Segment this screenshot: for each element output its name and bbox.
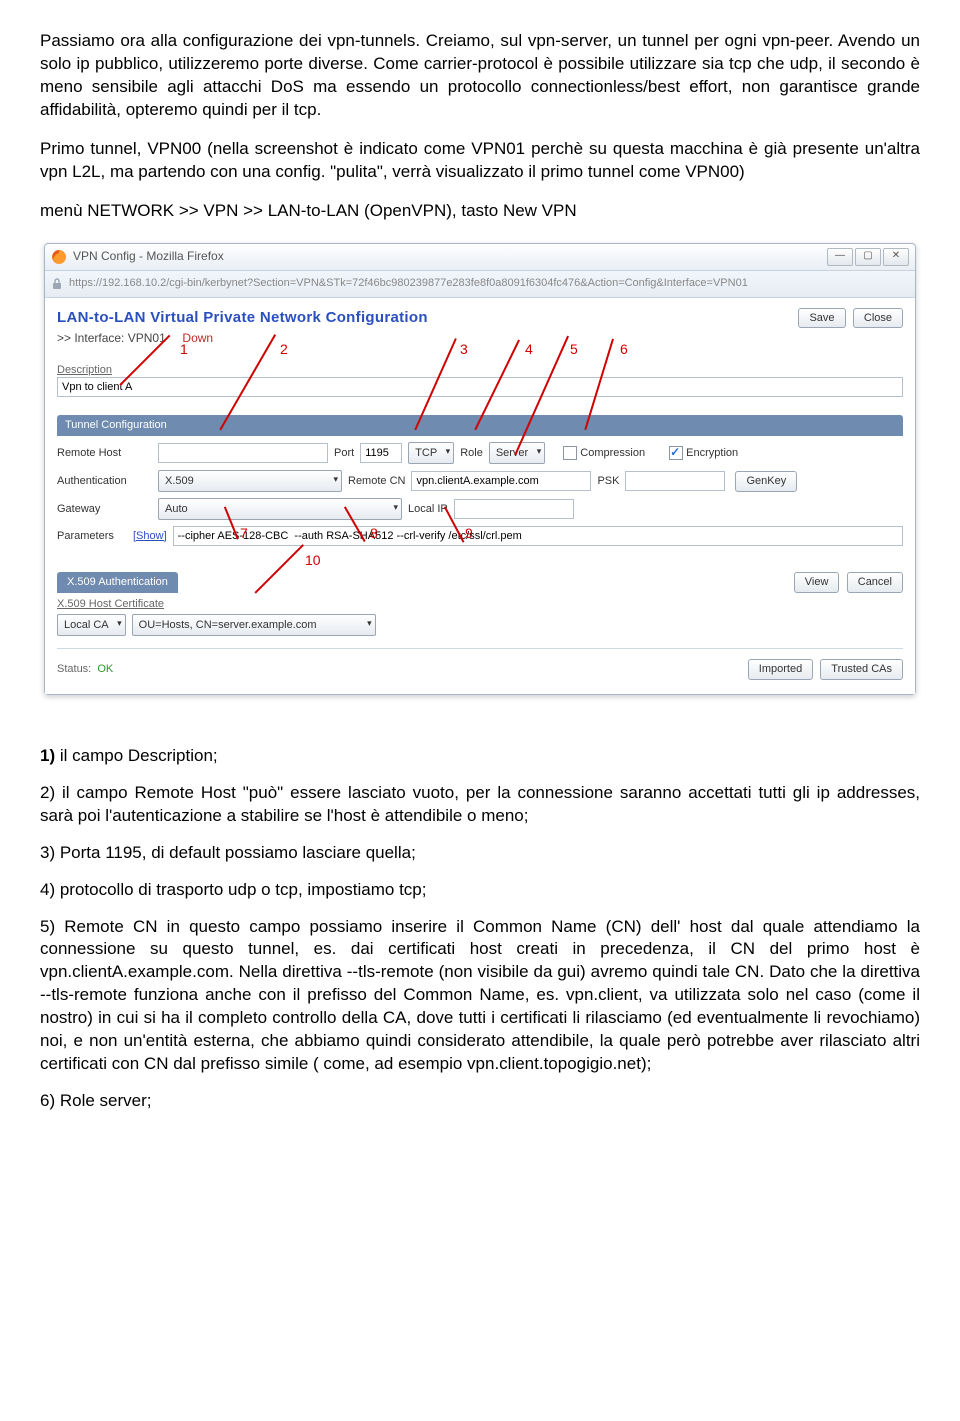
view-button[interactable]: View [794,572,840,593]
compression-group: Compression [563,446,645,461]
gateway-label: Gateway [57,502,152,517]
interface-status: Down [182,331,213,345]
imported-button[interactable]: Imported [748,659,813,680]
compression-checkbox[interactable] [563,446,577,460]
compression-label: Compression [580,447,645,459]
list-item: 6) Role server; [40,1090,920,1113]
close-button[interactable]: Close [853,308,903,329]
role-label: Role [460,446,483,461]
list-item: 5) Remote CN in questo campo possiamo in… [40,916,920,1077]
status-group: Status: OK [57,662,113,677]
remote-cn-input[interactable] [411,471,591,491]
list-item: 4) protocollo di trasporto udp o tcp, im… [40,879,920,902]
x509-cert-label: X.509 Host Certificate [57,597,903,612]
trusted-cas-button[interactable]: Trusted CAs [820,659,903,680]
remote-cn-label: Remote CN [348,474,405,489]
interface-prefix: >> Interface: [57,331,128,345]
save-button[interactable]: Save [798,308,845,329]
encryption-checkbox[interactable] [669,446,683,460]
intro-paragraph-2: Primo tunnel, VPN00 (nella screenshot è … [40,138,920,184]
port-input[interactable] [360,443,402,463]
encryption-group: Encryption [669,446,738,461]
remote-host-input[interactable] [158,443,328,463]
x509-ca-select[interactable]: Local CA [57,614,126,636]
firefox-icon [51,249,67,265]
local-ip-label: Local IP [408,502,448,517]
maximize-button[interactable]: ▢ [855,248,881,266]
x509-dn-select[interactable]: OU=Hosts, CN=server.example.com [132,614,376,636]
numbered-list: 1) il campo Description; 2) il campo Rem… [40,745,920,1113]
window-titlebar: VPN Config - Mozilla Firefox — ▢ ✕ [45,244,915,271]
protocol-select[interactable]: TCP [408,442,454,464]
description-label: Description [57,364,112,376]
page-title: LAN-to-LAN Virtual Private Network Confi… [57,308,428,328]
psk-label: PSK [597,474,619,489]
parameters-show-link[interactable]: [Show] [133,529,167,544]
interface-name: VPN01 [128,331,166,345]
window-controls: — ▢ ✕ [827,248,909,266]
authentication-select[interactable]: X.509 [158,470,342,492]
port-label: Port [334,446,354,461]
cancel-button[interactable]: Cancel [847,572,903,593]
gateway-select[interactable]: Auto [158,498,402,520]
url-text: https://192.168.10.2/cgi-bin/kerbynet?Se… [69,276,748,291]
parameters-input[interactable] [173,526,903,546]
psk-input[interactable] [625,471,725,491]
status-value: OK [97,663,113,675]
tunnel-tab-header: Tunnel Configuration [57,415,903,436]
list-item: 3) Porta 1195, di default possiamo lasci… [40,842,920,865]
minimize-button[interactable]: — [827,248,853,266]
list-item: 1) il campo Description; [40,745,920,768]
encryption-label: Encryption [686,447,738,459]
url-bar[interactable]: https://192.168.10.2/cgi-bin/kerbynet?Se… [45,271,915,298]
list-item: 2) il campo Remote Host "può" essere las… [40,782,920,828]
role-select[interactable]: Server [489,442,545,464]
intro-paragraph-1: Passiamo ora alla configurazione dei vpn… [40,30,920,122]
list-item-text: il campo Description; [55,746,218,765]
remote-host-label: Remote Host [57,446,152,461]
parameters-label: Parameters [57,529,127,544]
genkey-button[interactable]: GenKey [735,471,797,492]
close-window-button[interactable]: ✕ [883,248,909,266]
menu-path-line: menù NETWORK >> VPN >> LAN-to-LAN (OpenV… [40,200,920,223]
interface-line: >> Interface: VPN01 Down [57,330,903,346]
window-title: VPN Config - Mozilla Firefox [73,248,224,264]
lock-icon [51,278,63,290]
authentication-label: Authentication [57,474,152,489]
x509-tab-header: X.509 Authentication [57,572,178,593]
firefox-window: VPN Config - Mozilla Firefox — ▢ ✕ https… [44,243,916,695]
status-label: Status: [57,663,91,675]
page-content: LAN-to-LAN Virtual Private Network Confi… [45,298,915,694]
local-ip-input[interactable] [454,499,574,519]
description-input[interactable] [57,377,903,397]
